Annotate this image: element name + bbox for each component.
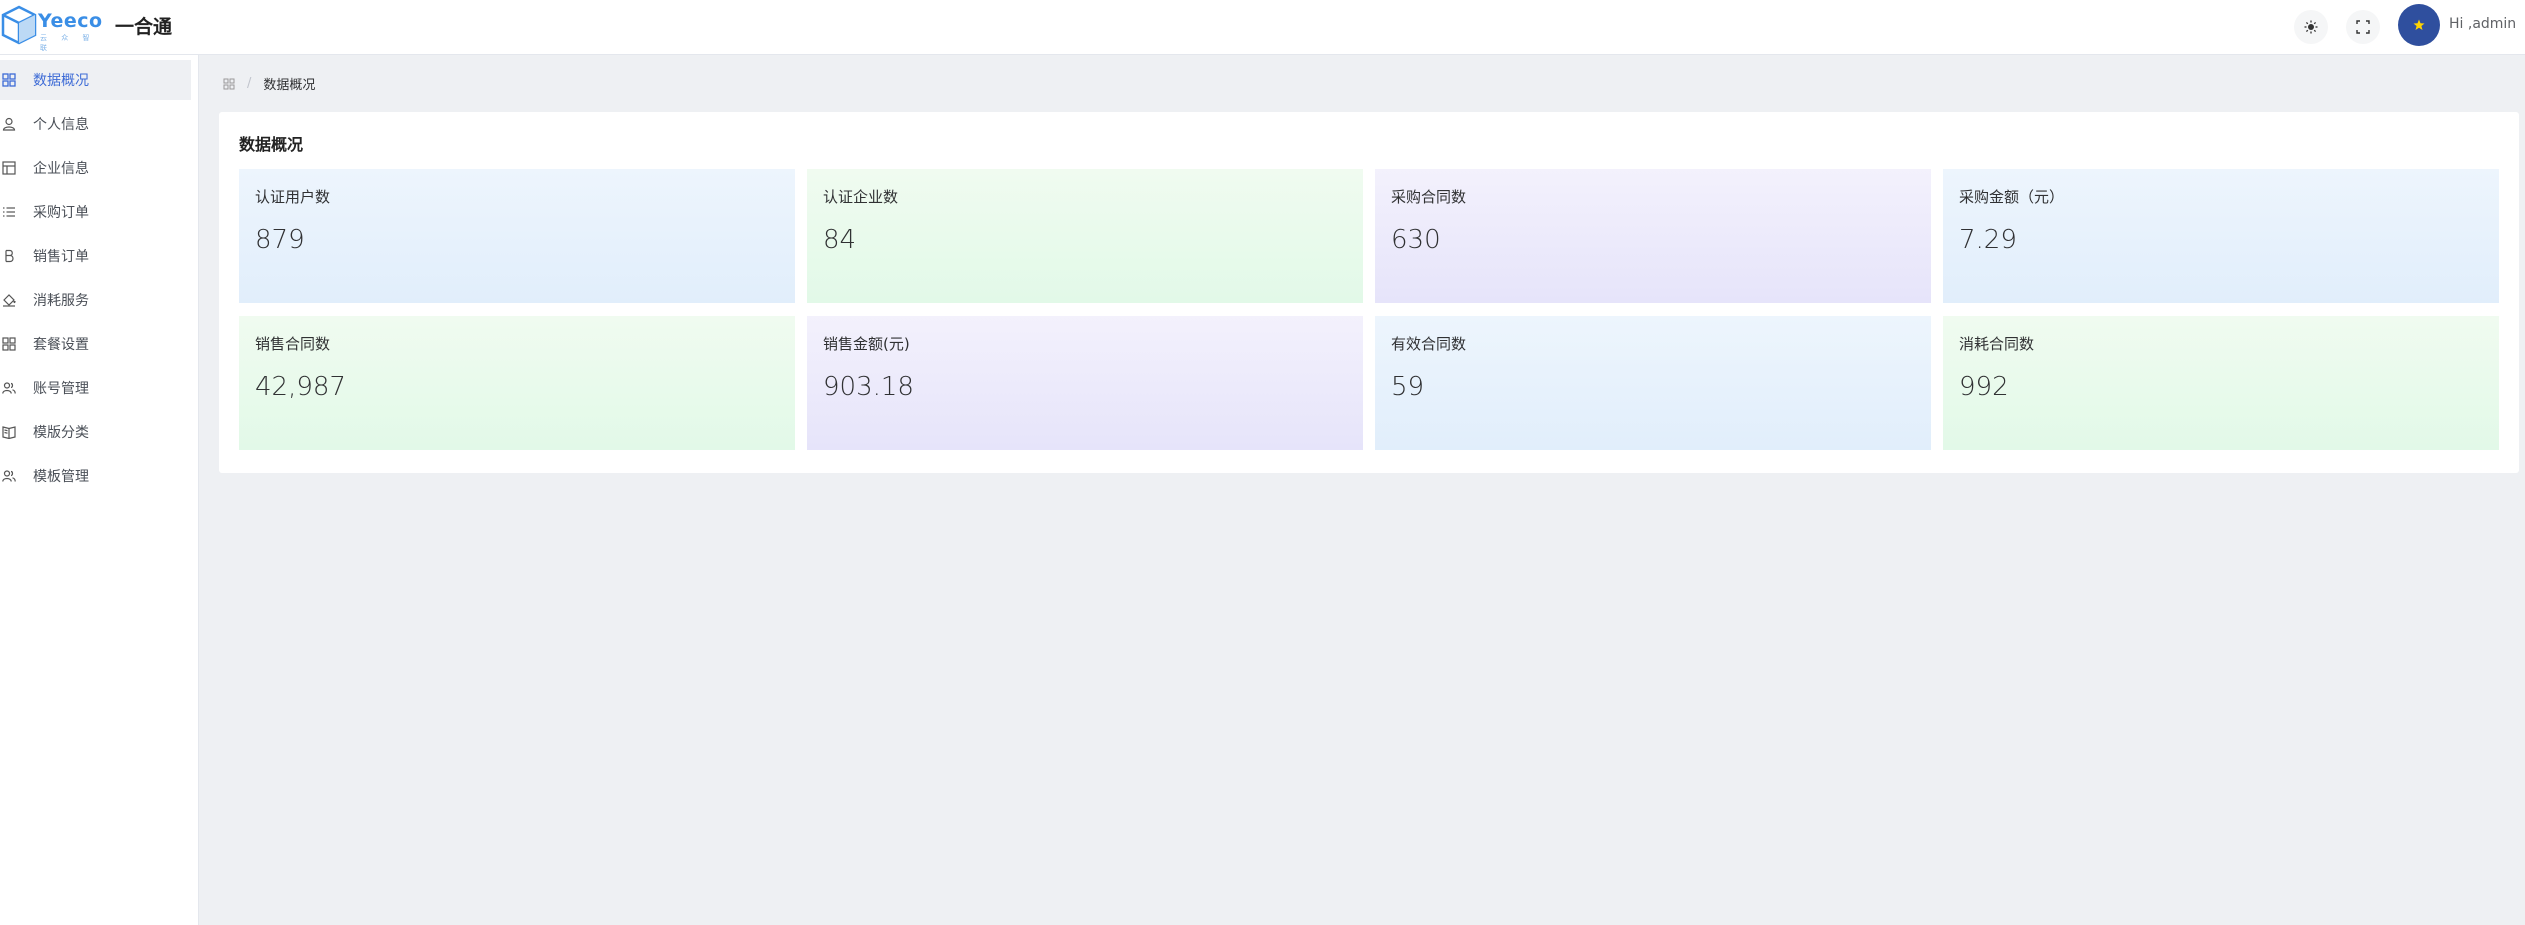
cube-logo-icon	[1, 5, 37, 45]
stat-value: 630	[1391, 225, 1441, 255]
sidebar-item-data-overview[interactable]: 数据概况	[0, 60, 191, 100]
stat-value: 59	[1391, 372, 1425, 402]
sidebar-item-template-category[interactable]: 模版分类	[0, 412, 191, 452]
sidebar-item-label: 销售订单	[33, 249, 89, 265]
sidebar-item-purchase-orders[interactable]: 采购订单	[0, 192, 191, 232]
breadcrumb-current: 数据概况	[263, 78, 316, 93]
list-icon	[1, 204, 17, 220]
stat-card-sales-contracts: 销售合同数 42,987	[239, 316, 795, 450]
user-icon	[1, 116, 17, 132]
building-icon	[1, 160, 17, 176]
stat-label: 消耗合同数	[1959, 335, 2035, 353]
stat-card-consumed-contracts: 消耗合同数 992	[1943, 316, 2499, 450]
fullscreen-button[interactable]	[2346, 10, 2380, 44]
bitcoin-icon	[1, 248, 17, 264]
bucket-icon	[1, 292, 17, 308]
sidebar-item-package-settings[interactable]: 套餐设置	[0, 324, 191, 364]
stat-card-certified-companies: 认证企业数 84	[807, 169, 1363, 303]
stat-card-purchase-amount: 采购金额（元） 7.29	[1943, 169, 2499, 303]
sidebar-item-label: 采购订单	[33, 205, 89, 221]
stat-value: 7.29	[1959, 225, 2017, 255]
logo-text: Yeeco	[38, 10, 103, 32]
stat-card-certified-users: 认证用户数 879	[239, 169, 795, 303]
grid-icon	[1, 336, 17, 352]
app-title: 一合通	[115, 16, 173, 38]
sidebar-item-label: 套餐设置	[33, 337, 89, 353]
panel-title: 数据概况	[239, 135, 304, 154]
sidebar-item-label: 数据概况	[33, 73, 89, 89]
stat-value: 992	[1959, 372, 2009, 402]
star-icon	[2413, 19, 2425, 30]
sidebar-item-personal-info[interactable]: 个人信息	[0, 104, 191, 144]
stat-label: 销售金额(元)	[823, 335, 910, 353]
sidebar-item-label: 模版分类	[33, 425, 89, 441]
sidebar-item-label: 个人信息	[33, 117, 89, 133]
stat-label: 销售合同数	[255, 335, 331, 353]
grid-icon	[1, 72, 17, 88]
sidebar-item-label: 账号管理	[33, 381, 89, 397]
user-avatar[interactable]	[2398, 4, 2440, 46]
stat-value: 879	[255, 225, 305, 255]
brand-logo[interactable]: Yeeco 云 众 智 联	[0, 4, 103, 52]
sidebar-item-account-management[interactable]: 账号管理	[0, 368, 191, 408]
breadcrumb: / 数据概况	[223, 74, 315, 93]
logo-subtext: 云 众 智 联	[40, 34, 96, 52]
stat-label: 采购合同数	[1391, 188, 1467, 206]
stat-card-purchase-contracts: 采购合同数 630	[1375, 169, 1931, 303]
overview-panel: 数据概况 认证用户数 879 认证企业数 84 采购合同数 630 采购金额（元…	[219, 112, 2519, 473]
users-icon	[1, 468, 17, 484]
home-grid-icon[interactable]	[223, 78, 235, 90]
breadcrumb-separator: /	[247, 76, 252, 91]
fullscreen-icon	[2356, 20, 2370, 34]
stat-card-sales-amount: 销售金额(元) 903.18	[807, 316, 1363, 450]
sidebar-item-template-management[interactable]: 模板管理	[0, 456, 191, 496]
stat-value: 84	[823, 225, 857, 255]
sidebar-item-label: 消耗服务	[33, 293, 89, 309]
users-icon	[1, 380, 17, 396]
theme-toggle-button[interactable]	[2294, 10, 2328, 44]
user-greeting[interactable]: Hi ,admin	[2449, 16, 2516, 32]
stat-label: 认证用户数	[255, 188, 331, 206]
sidebar: 数据概况 个人信息 企业信息 采购订单 销售订单 消耗服务 套餐设置 账号管理 …	[0, 55, 199, 925]
top-header: Yeeco 云 众 智 联 一合通 Hi ,admin	[0, 0, 2525, 55]
stat-value: 903.18	[823, 372, 914, 402]
stat-label: 有效合同数	[1391, 335, 1467, 353]
sidebar-item-consumption-service[interactable]: 消耗服务	[0, 280, 191, 320]
sidebar-item-label: 企业信息	[33, 161, 89, 177]
stat-value: 42,987	[255, 372, 346, 402]
stat-label: 认证企业数	[823, 188, 899, 206]
book-icon	[1, 424, 17, 440]
sun-icon	[2304, 20, 2318, 34]
stat-card-valid-contracts: 有效合同数 59	[1375, 316, 1931, 450]
sidebar-item-sales-orders[interactable]: 销售订单	[0, 236, 191, 276]
stat-label: 采购金额（元）	[1959, 188, 2065, 206]
sidebar-item-company-info[interactable]: 企业信息	[0, 148, 191, 188]
sidebar-item-label: 模板管理	[33, 469, 89, 485]
